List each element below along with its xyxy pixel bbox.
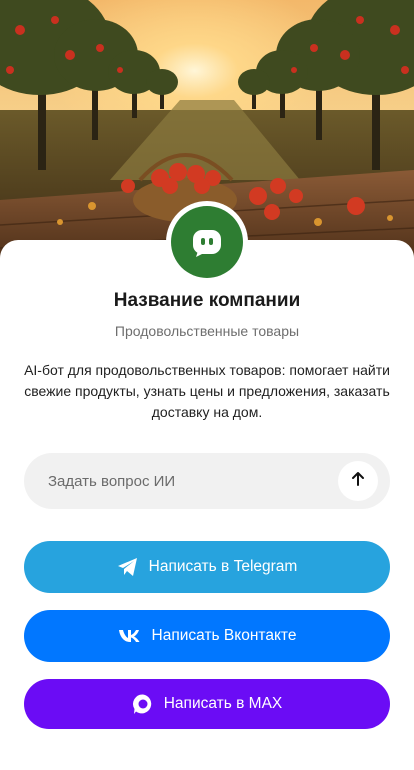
company-category: Продовольственные товары <box>114 323 300 339</box>
telegram-button-label: Написать в Telegram <box>148 558 298 575</box>
telegram-button[interactable]: Написать в Telegram <box>24 541 390 593</box>
chat-bot-icon <box>171 206 243 278</box>
arrow-up-icon <box>349 470 367 493</box>
company-description: AI-бот для продовольственных товаров: по… <box>24 362 390 420</box>
company-name: Название компании <box>113 290 301 311</box>
max-button[interactable]: Написать в MAX <box>24 679 390 729</box>
send-button[interactable] <box>338 461 378 501</box>
vk-icon <box>118 629 142 643</box>
vk-button-label: Написать Вконтакте <box>151 627 297 644</box>
max-icon <box>132 693 154 715</box>
max-button-label: Написать в MAX <box>163 695 283 712</box>
ask-ai-input[interactable] <box>48 453 338 509</box>
vk-button[interactable]: Написать Вконтакте <box>24 610 390 662</box>
telegram-icon <box>117 557 139 577</box>
company-avatar <box>166 201 248 283</box>
ask-ai-field[interactable] <box>24 453 390 509</box>
